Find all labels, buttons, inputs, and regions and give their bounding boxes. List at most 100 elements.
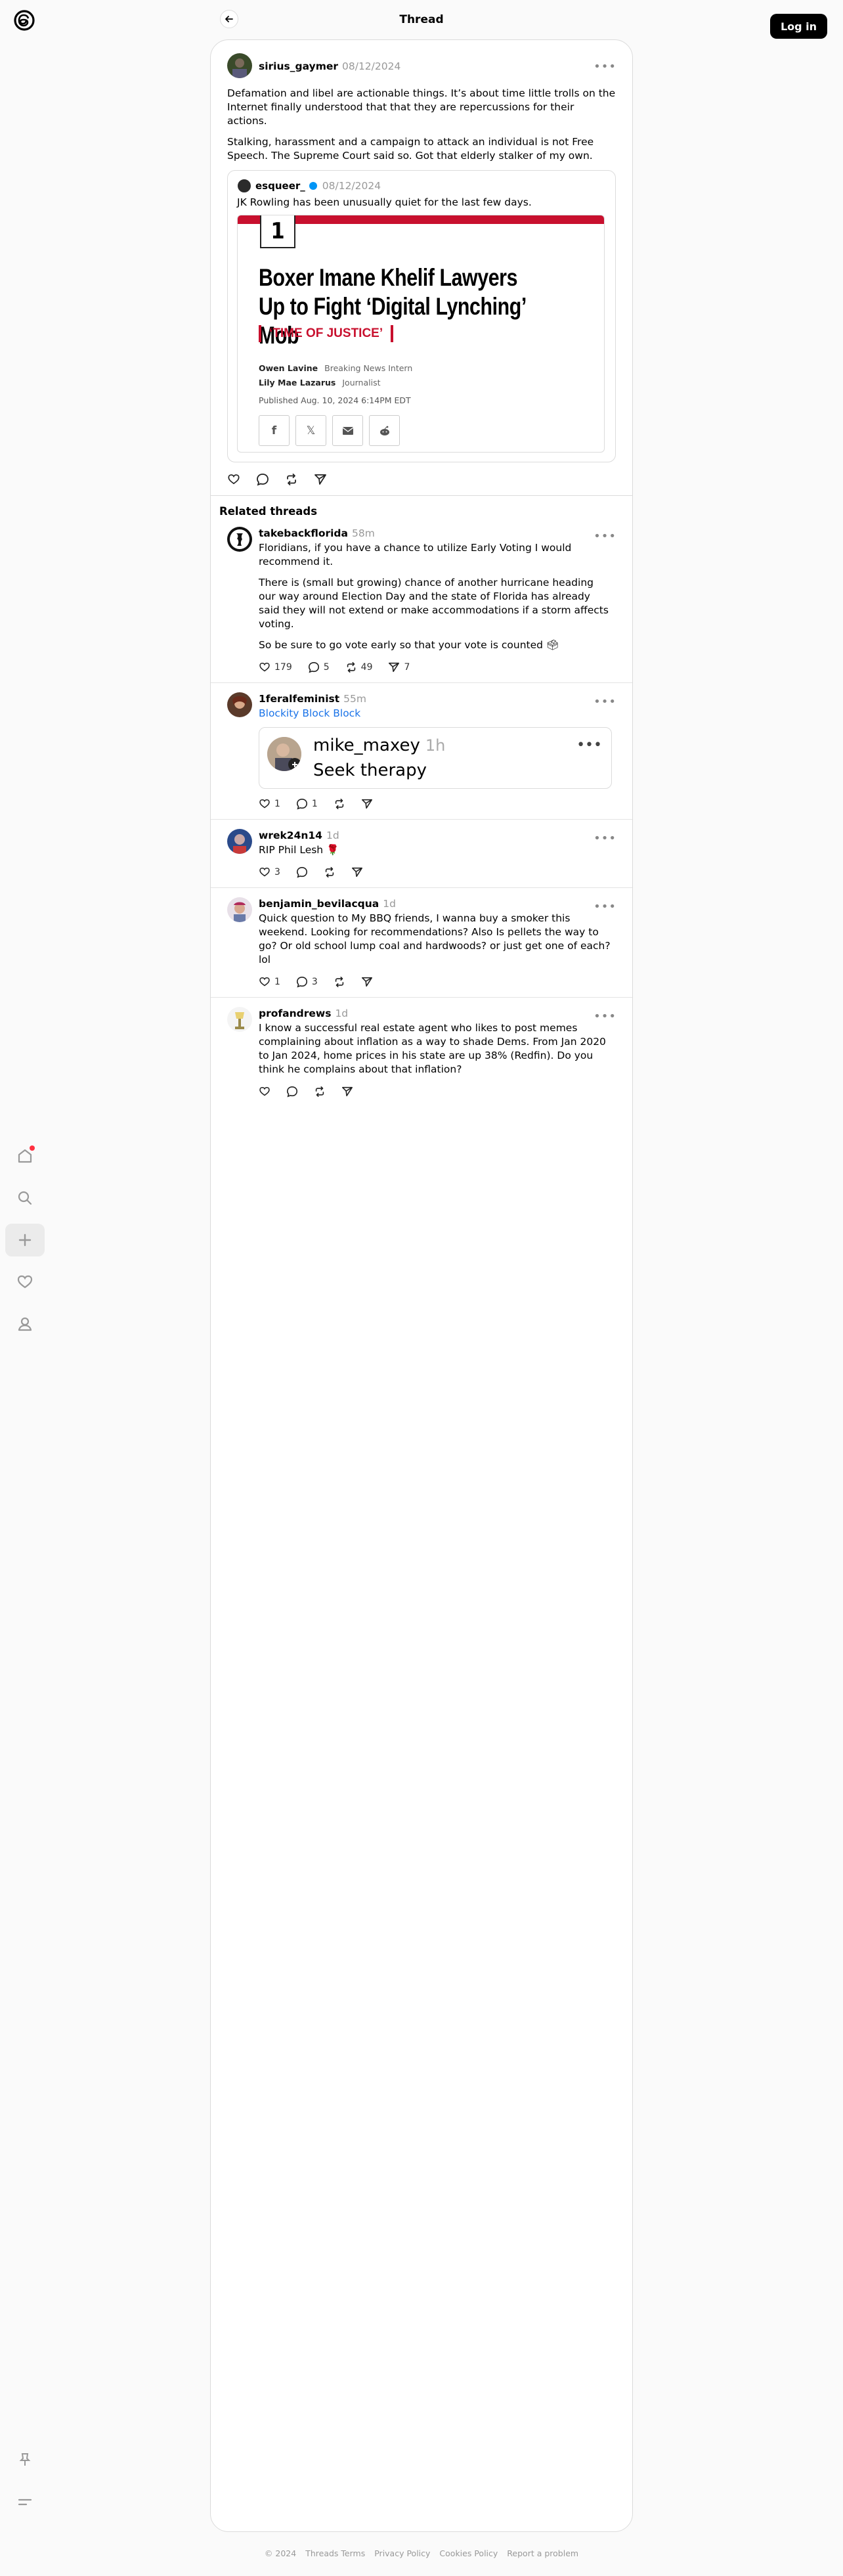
share-button[interactable] [341,1086,353,1098]
more-options-icon[interactable]: ••• [594,832,616,845]
related-thread[interactable]: takebackflorida 58m Floridians, if you ha… [211,518,632,683]
create-button[interactable] [5,1224,45,1256]
like-button[interactable]: 179 [259,661,292,673]
menu-button[interactable] [5,2485,45,2518]
like-button[interactable] [227,473,240,486]
username[interactable]: wrek24n14 [259,830,322,841]
search-button[interactable] [5,1182,45,1214]
page-title: Thread [399,13,444,26]
comment-icon [257,474,269,486]
comment-icon [296,866,307,878]
threads-logo-icon[interactable] [12,8,37,33]
repost-button[interactable] [285,473,298,486]
author-name: Owen Lavine [259,363,318,373]
reply-button[interactable]: 5 [308,661,330,673]
repost-button[interactable]: 49 [345,661,372,673]
username[interactable]: takebackflorida [259,527,348,539]
footer-link-cookies[interactable]: Cookies Policy [439,2548,498,2558]
reply-count: 1 [311,799,318,809]
reply-button[interactable]: 1 [296,798,318,810]
footer-link-terms[interactable]: Threads Terms [305,2548,365,2558]
thread-link-text[interactable]: Blockity Block Block [259,707,612,721]
footer-link-report[interactable]: Report a problem [507,2548,578,2558]
thread-text: Floridians, if you have a chance to util… [259,541,612,652]
heart-icon [228,474,240,485]
activity-button[interactable] [5,1266,45,1299]
related-thread[interactable]: benjamin_bevilacqua 1d Quick question to … [211,888,632,998]
avatar[interactable] [227,1007,252,1032]
username[interactable]: 1feralfeminist [259,693,339,705]
profile-button[interactable] [5,1308,45,1341]
article-image[interactable]: 1 Boxer Imane Khelif Lawyers Up to Fight… [237,215,605,453]
send-icon [361,799,372,809]
like-count: 1 [274,799,280,809]
username[interactable]: benjamin_bevilacqua [259,898,379,910]
related-thread[interactable]: 1feralfeminist 55m Blockity Block Block m… [211,683,632,820]
repost-button[interactable] [314,1086,326,1098]
avatar[interactable] [237,179,251,193]
quoted-post[interactable]: esqueer_ 08/12/2024 JK Rowling has been … [227,170,616,462]
repost-button[interactable] [334,976,345,988]
article-published: Published Aug. 10, 2024 6:14PM EDT [259,395,411,405]
heart-icon [259,1087,270,1096]
avatar[interactable] [227,897,252,922]
heart-icon [259,799,270,809]
article-authors: Owen Lavine Breaking News Intern Lily Mae… [259,361,412,390]
related-thread[interactable]: wrek24n14 1d RIP Phil Lesh 🌹 3 ••• [211,820,632,888]
side-bottom [5,2443,45,2527]
avatar[interactable] [227,829,252,854]
menu-icon [18,2498,32,2506]
pin-icon [19,2453,31,2466]
embedded-image[interactable]: mike_maxey 1h Seek therapy ••• [259,727,612,789]
quoted-post-header: esqueer_ 08/12/2024 [237,179,605,193]
timestamp: 1d [335,1008,349,1019]
related-thread[interactable]: profandrews 1d I know a successful real e… [211,998,632,1107]
thread-text: Quick question to My BBQ friends, I wann… [259,912,612,967]
username[interactable]: esqueer_ [255,180,305,192]
like-button[interactable]: 3 [259,866,280,878]
home-button[interactable] [5,1140,45,1172]
thread-paragraph: There is (small but growing) chance of a… [259,577,609,630]
share-button[interactable] [314,473,327,486]
reply-button[interactable] [256,473,269,486]
reply-count: 3 [311,977,318,987]
like-button[interactable]: 1 [259,798,280,810]
pin-button[interactable] [5,2443,45,2476]
reply-button[interactable] [286,1086,298,1098]
login-button[interactable]: Log in [770,14,827,39]
more-options-icon[interactable]: ••• [594,1010,616,1023]
reply-button[interactable] [296,866,308,878]
thread-card: sirius_gaymer 08/12/2024 ••• Defamation a… [210,39,633,2532]
more-options-icon[interactable]: ••• [594,695,616,709]
timestamp: 58m [351,527,375,539]
reply-button[interactable]: 3 [296,976,318,988]
share-button[interactable]: 7 [388,661,410,673]
like-count: 179 [274,662,292,673]
avatar[interactable] [227,527,252,552]
share-button[interactable] [351,866,363,878]
more-options-icon[interactable]: ••• [594,60,616,74]
footer-link-privacy[interactable]: Privacy Policy [374,2548,430,2558]
repost-button[interactable] [334,798,345,810]
avatar[interactable] [227,53,252,78]
back-button[interactable] [220,10,238,28]
person-icon [18,1317,32,1331]
like-button[interactable]: 1 [259,976,280,988]
thread-paragraph: RIP Phil Lesh 🌹 [259,844,339,856]
like-button[interactable] [259,1086,270,1098]
thread-actions: 1 3 [259,976,612,988]
share-button[interactable] [361,798,373,810]
share-button[interactable] [361,976,373,988]
main-post: sirius_gaymer 08/12/2024 ••• Defamation a… [211,40,632,495]
username[interactable]: sirius_gaymer [259,60,338,72]
repost-button[interactable] [324,866,335,878]
more-options-icon[interactable]: ••• [594,529,616,543]
more-options-icon[interactable]: ••• [594,900,616,914]
heart-icon [259,663,270,672]
heart-icon [259,868,270,877]
post-paragraph: Defamation and libel are actionable thin… [227,87,616,127]
username[interactable]: profandrews [259,1008,331,1019]
avatar[interactable] [227,692,252,717]
thread-paragraph: Quick question to My BBQ friends, I wann… [259,912,611,966]
thread-text: RIP Phil Lesh 🌹 [259,843,612,857]
